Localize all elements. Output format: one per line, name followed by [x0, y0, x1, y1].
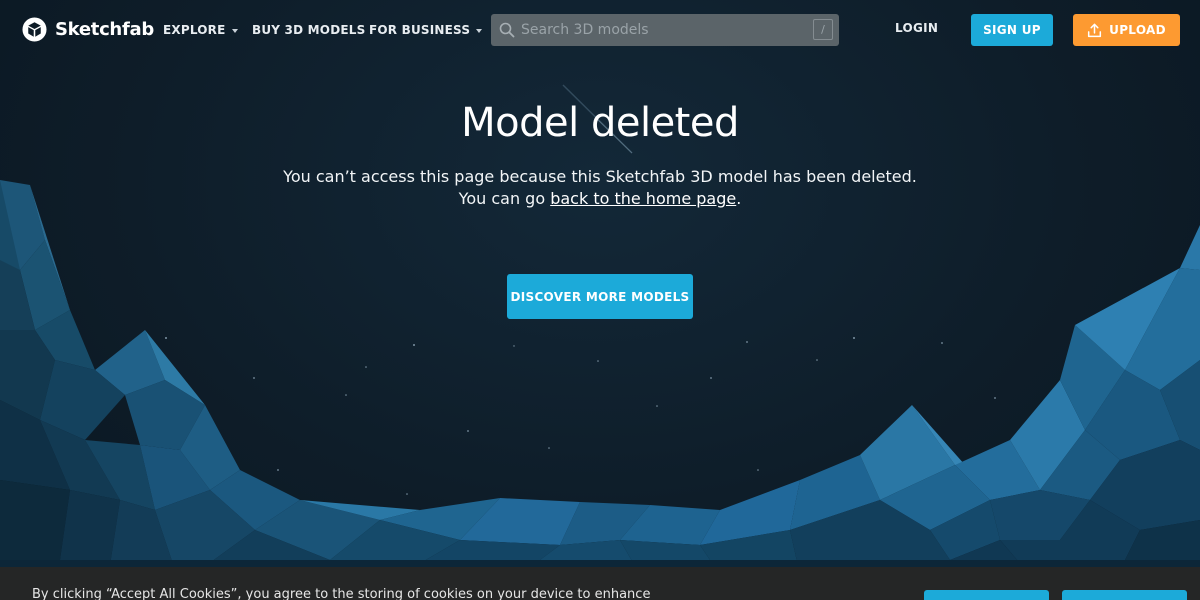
upload-icon: [1088, 23, 1102, 37]
nav-buy-3d-models[interactable]: BUY 3D MODELS: [252, 21, 365, 39]
go-suffix-text: .: [736, 189, 742, 208]
top-navigation-bar: Sketchfab EXPLORE BUY 3D MODELS FOR BUSI…: [0, 0, 1200, 60]
discover-label: DISCOVER MORE MODELS: [510, 289, 690, 304]
signup-label: SIGN UP: [983, 23, 1041, 37]
nav-business-label: FOR BUSINESS: [369, 23, 471, 37]
home-page-prompt: You can go back to the home page.: [0, 189, 1200, 208]
search-icon: [499, 22, 515, 38]
chevron-down-icon: [476, 28, 483, 33]
nav-for-business[interactable]: FOR BUSINESS: [369, 21, 483, 39]
cookie-settings-button[interactable]: [924, 590, 1049, 600]
deleted-message: You can’t access this page because this …: [283, 167, 917, 186]
nav-explore-label: EXPLORE: [163, 23, 226, 37]
cookie-consent-text: By clicking “Accept All Cookies”, you ag…: [32, 587, 651, 600]
search-bar: /: [491, 14, 839, 46]
search-input[interactable]: [521, 14, 801, 46]
login-link[interactable]: LOGIN: [895, 21, 938, 39]
upload-label: UPLOAD: [1109, 23, 1166, 37]
signup-button[interactable]: SIGN UP: [971, 14, 1053, 46]
search-shortcut-hint: /: [813, 19, 833, 40]
upload-button[interactable]: UPLOAD: [1073, 14, 1180, 46]
accept-all-cookies-button[interactable]: [1062, 590, 1187, 600]
nav-explore[interactable]: EXPLORE: [163, 21, 238, 39]
back-to-home-link[interactable]: back to the home page: [550, 189, 736, 208]
cookie-banner: By clicking “Accept All Cookies”, you ag…: [0, 567, 1200, 600]
go-prefix-text: You can go: [458, 189, 551, 208]
sketchfab-logo[interactable]: Sketchfab: [22, 15, 154, 43]
brand-name: Sketchfab: [55, 18, 154, 40]
chevron-down-icon: [231, 28, 238, 33]
nav-buy-label: BUY 3D MODELS: [252, 23, 366, 37]
page-title: Model deleted: [461, 100, 739, 146]
sketchfab-logo-icon: [22, 16, 47, 42]
discover-more-models-button[interactable]: DISCOVER MORE MODELS: [507, 274, 693, 319]
